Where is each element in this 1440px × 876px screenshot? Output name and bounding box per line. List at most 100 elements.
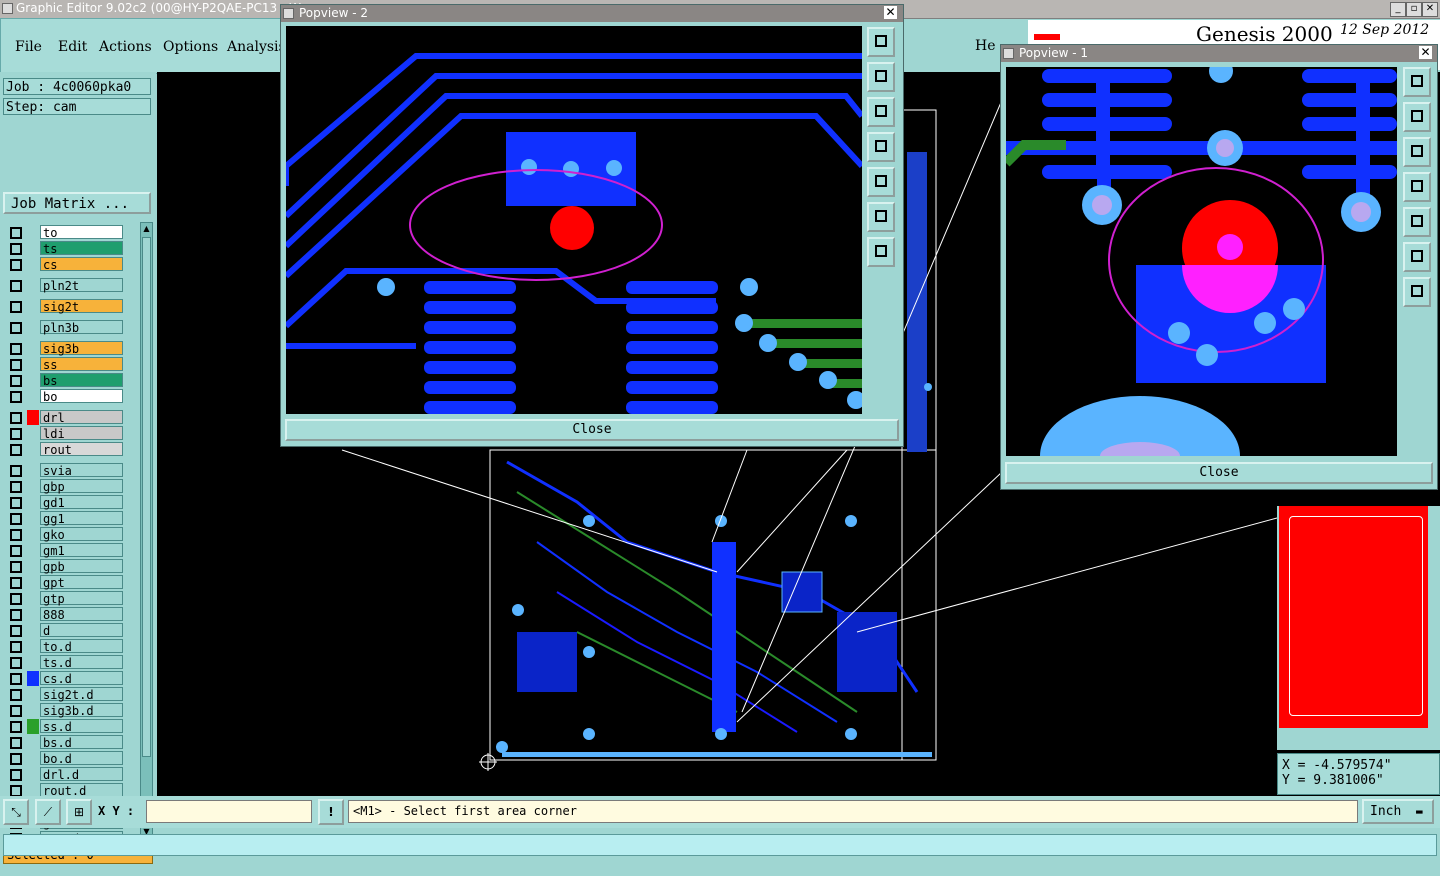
layer-checkbox[interactable] bbox=[10, 375, 22, 387]
snap-icon[interactable]: ⟋ bbox=[35, 799, 61, 825]
pop-toolbar-btn-7[interactable] bbox=[867, 237, 895, 267]
units-select[interactable]: Inch ▬ bbox=[1362, 799, 1434, 824]
pop-toolbar-btn-4[interactable] bbox=[867, 132, 895, 162]
pop-toolbar-btn-1[interactable] bbox=[867, 27, 895, 57]
layer-row-svia[interactable]: svia bbox=[3, 463, 129, 478]
layer-row-gko[interactable]: gko bbox=[3, 527, 129, 542]
layer-row-ts-d[interactable]: ts.d bbox=[3, 655, 129, 670]
layer-checkbox[interactable] bbox=[10, 428, 22, 440]
popview-1-canvas[interactable] bbox=[1006, 67, 1397, 456]
layer-row-to[interactable]: to bbox=[3, 225, 129, 240]
layer-checkbox[interactable] bbox=[10, 497, 22, 509]
layer-checkbox[interactable] bbox=[10, 412, 22, 424]
layer-checkbox[interactable] bbox=[10, 227, 22, 239]
layer-checkbox[interactable] bbox=[10, 753, 22, 765]
menu-help[interactable]: He bbox=[975, 38, 996, 54]
layer-row-ss-d[interactable]: ss.d bbox=[3, 719, 129, 734]
layer-row-gtp[interactable]: gtp bbox=[3, 591, 129, 606]
layer-row-cs[interactable]: cs bbox=[3, 257, 129, 272]
minimize-icon[interactable]: _ bbox=[1390, 2, 1406, 17]
layer-checkbox[interactable] bbox=[10, 259, 22, 271]
menu-actions[interactable]: Actions bbox=[99, 39, 152, 55]
layer-row-sig2t-d[interactable]: sig2t.d bbox=[3, 687, 129, 702]
layer-row-gd1[interactable]: gd1 bbox=[3, 495, 129, 510]
popview-2-canvas[interactable] bbox=[286, 26, 862, 414]
layer-row-gpt[interactable]: gpt bbox=[3, 575, 129, 590]
xy-input[interactable] bbox=[146, 800, 312, 823]
layer-checkbox[interactable] bbox=[10, 721, 22, 733]
layer-checkbox[interactable] bbox=[10, 737, 22, 749]
grid-icon[interactable]: ⊞ bbox=[66, 799, 92, 825]
layer-row-sig3b-d[interactable]: sig3b.d bbox=[3, 703, 129, 718]
pop-toolbar-btn-7[interactable] bbox=[1403, 277, 1431, 307]
layer-checkbox[interactable] bbox=[10, 561, 22, 573]
pop-toolbar-btn-4[interactable] bbox=[1403, 172, 1431, 202]
overview-map[interactable] bbox=[1277, 506, 1440, 750]
layer-checkbox[interactable] bbox=[10, 545, 22, 557]
popview-1-titlebar[interactable]: Popview - 1 ✕ bbox=[1001, 45, 1437, 62]
layer-checkbox[interactable] bbox=[10, 301, 22, 313]
pop-toolbar-btn-2[interactable] bbox=[1403, 102, 1431, 132]
layer-row-gbp[interactable]: gbp bbox=[3, 479, 129, 494]
layer-row-ss[interactable]: ss bbox=[3, 357, 129, 372]
pop-toolbar-btn-2[interactable] bbox=[867, 62, 895, 92]
layer-checkbox[interactable] bbox=[10, 343, 22, 355]
layer-checkbox[interactable] bbox=[10, 280, 22, 292]
layer-row-ldi[interactable]: ldi bbox=[3, 426, 129, 441]
popview-1-close-icon[interactable]: ✕ bbox=[1419, 46, 1432, 59]
layer-row-bo-d[interactable]: bo.d bbox=[3, 751, 129, 766]
pop-toolbar-btn-6[interactable] bbox=[867, 202, 895, 232]
layer-checkbox[interactable] bbox=[10, 705, 22, 717]
layer-row-gm1[interactable]: gm1 bbox=[3, 543, 129, 558]
menu-options[interactable]: Options bbox=[163, 39, 218, 55]
layer-row-bs[interactable]: bs bbox=[3, 373, 129, 388]
layer-row-pln3b[interactable]: pln3b bbox=[3, 320, 129, 335]
layer-row-bs-d[interactable]: bs.d bbox=[3, 735, 129, 750]
layer-row-ts[interactable]: ts bbox=[3, 241, 129, 256]
layer-checkbox[interactable] bbox=[10, 609, 22, 621]
layer-checkbox[interactable] bbox=[10, 529, 22, 541]
pop-toolbar-btn-1[interactable] bbox=[1403, 67, 1431, 97]
pop-toolbar-btn-3[interactable] bbox=[1403, 137, 1431, 167]
layer-row-drl-d[interactable]: drl.d bbox=[3, 767, 129, 782]
layer-checkbox[interactable] bbox=[10, 689, 22, 701]
popview-2-close-icon[interactable]: ✕ bbox=[884, 6, 897, 19]
layer-row-cs-d[interactable]: cs.d bbox=[3, 671, 129, 686]
scroll-thumb[interactable] bbox=[142, 237, 151, 757]
pop-toolbar-btn-5[interactable] bbox=[1403, 207, 1431, 237]
layer-checkbox[interactable] bbox=[10, 391, 22, 403]
layer-row-bo[interactable]: bo bbox=[3, 389, 129, 404]
layer-list-scrollbar[interactable]: ▲ ▼ bbox=[140, 222, 153, 840]
popview-1-close-button[interactable]: Close bbox=[1005, 462, 1433, 484]
command-line[interactable] bbox=[3, 834, 1437, 856]
layer-row-d[interactable]: d bbox=[3, 623, 129, 638]
maximize-icon[interactable]: ▫ bbox=[1406, 2, 1422, 17]
layer-checkbox[interactable] bbox=[10, 769, 22, 781]
layer-checkbox[interactable] bbox=[10, 673, 22, 685]
layer-checkbox[interactable] bbox=[10, 577, 22, 589]
layer-row-sig3b[interactable]: sig3b bbox=[3, 341, 129, 356]
menu-analysis[interactable]: Analysis bbox=[227, 39, 286, 55]
alert-icon[interactable]: ! bbox=[318, 799, 344, 825]
layer-checkbox[interactable] bbox=[10, 322, 22, 334]
layer-checkbox[interactable] bbox=[10, 243, 22, 255]
layer-checkbox[interactable] bbox=[10, 625, 22, 637]
layer-row-to-d[interactable]: to.d bbox=[3, 639, 129, 654]
layer-checkbox[interactable] bbox=[10, 513, 22, 525]
menu-file[interactable]: File bbox=[15, 39, 42, 55]
job-matrix-button[interactable]: Job Matrix ... bbox=[3, 192, 151, 214]
pop-toolbar-btn-5[interactable] bbox=[867, 167, 895, 197]
pop-toolbar-btn-6[interactable] bbox=[1403, 242, 1431, 272]
menu-edit[interactable]: Edit bbox=[58, 39, 87, 55]
layer-row-sig2t[interactable]: sig2t bbox=[3, 299, 129, 314]
layer-row-gg1[interactable]: gg1 bbox=[3, 511, 129, 526]
layer-checkbox[interactable] bbox=[10, 359, 22, 371]
popview-2-titlebar[interactable]: Popview - 2 ✕ bbox=[281, 5, 903, 22]
close-window-icon[interactable]: ✕ bbox=[1422, 2, 1438, 17]
layer-checkbox[interactable] bbox=[10, 465, 22, 477]
layer-row-pln2t[interactable]: pln2t bbox=[3, 278, 129, 293]
measure-icon[interactable]: ⤡ bbox=[3, 799, 29, 825]
layer-checkbox[interactable] bbox=[10, 481, 22, 493]
layer-checkbox[interactable] bbox=[10, 593, 22, 605]
layer-row-888[interactable]: 888 bbox=[3, 607, 129, 622]
